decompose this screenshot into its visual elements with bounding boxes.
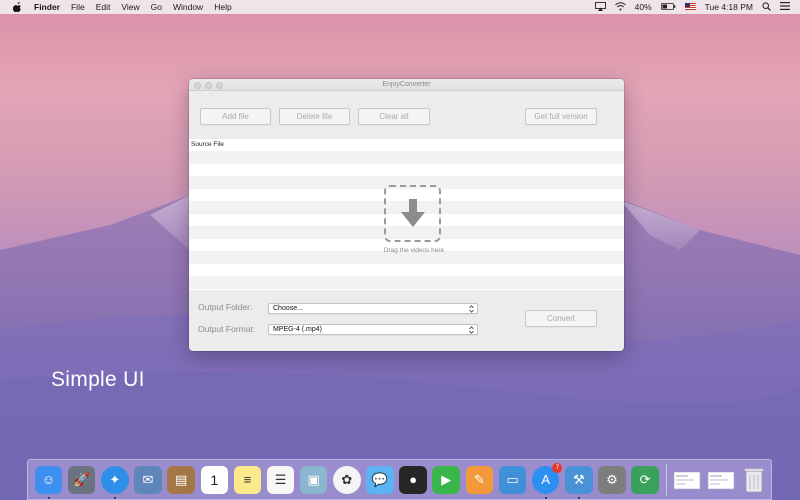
promo-slogan: Simple UI: [51, 368, 145, 391]
spotlight-icon[interactable]: [762, 1, 771, 13]
photos-icon[interactable]: ✿: [333, 465, 361, 494]
reminders-icon[interactable]: ☰: [266, 465, 295, 494]
menu-app-name[interactable]: Finder: [34, 2, 60, 12]
messages-icon[interactable]: 💬: [366, 465, 394, 494]
menu-view[interactable]: View: [121, 2, 139, 12]
toolbar: Add file Delete file Clear all Get full …: [189, 91, 624, 139]
xcode-icon[interactable]: ⚒: [565, 465, 593, 499]
calendar-day-label: 1: [210, 471, 219, 488]
safari-icon[interactable]: ✦: [101, 465, 129, 499]
menu-help[interactable]: Help: [214, 2, 231, 12]
airplay-icon[interactable]: [594, 1, 606, 13]
source-file-column-header[interactable]: Source File: [191, 141, 224, 148]
document-stack-icon[interactable]: [673, 466, 701, 494]
screenshot-stack-icon[interactable]: [707, 466, 735, 494]
wifi-icon[interactable]: [614, 1, 626, 13]
window-zoom-button[interactable]: [216, 82, 223, 89]
output-format-value: MPEG-4 (.mp4): [273, 326, 323, 333]
window-minimize-button[interactable]: [205, 82, 212, 89]
converter-icon[interactable]: ⟳: [631, 465, 659, 494]
menu-go[interactable]: Go: [151, 2, 162, 12]
converter-window: EnjoyConverter Add file Delete file Clea…: [189, 79, 624, 351]
running-indicator: [47, 496, 50, 499]
mail-icon[interactable]: ✉: [134, 465, 162, 494]
running-indicator: [114, 496, 117, 499]
output-format-label: Output Format:: [198, 324, 256, 334]
app-store-icon[interactable]: A7: [531, 462, 563, 499]
menu-bar: Finder File Edit View Go Window Help 40%…: [0, 0, 800, 14]
menu-file[interactable]: File: [71, 2, 85, 12]
window-close-button[interactable]: [194, 82, 201, 89]
us-flag-icon[interactable]: [684, 2, 696, 12]
output-format-select[interactable]: MPEG-4 (.mp4): [268, 324, 478, 335]
add-file-button[interactable]: Add file: [200, 108, 271, 125]
drop-zone-hint: Drag the videos here: [383, 247, 445, 254]
notes-icon[interactable]: ≡: [233, 465, 262, 494]
output-folder-select[interactable]: Choose...: [268, 303, 478, 314]
source-file-list[interactable]: Source File Drag the videos here: [189, 139, 624, 290]
system-preferences-icon[interactable]: ⚙: [598, 465, 626, 494]
menu-window[interactable]: Window: [173, 2, 203, 12]
running-indicator: [578, 496, 581, 499]
window-title: EnjoyConverter: [382, 81, 431, 88]
dock-separator: [665, 463, 667, 496]
contacts-icon[interactable]: ▤: [167, 465, 195, 494]
facetime-icon[interactable]: ▶: [432, 465, 461, 494]
select-arrows-icon: [469, 305, 474, 313]
output-folder-label: Output Folder:: [198, 302, 253, 312]
calendar-icon[interactable]: 1: [200, 465, 229, 494]
menu-clock[interactable]: Tue 4:18 PM: [705, 2, 753, 12]
notification-center-icon[interactable]: [780, 2, 790, 12]
clear-all-button[interactable]: Clear all: [358, 108, 430, 125]
output-folder-value: Choose...: [273, 305, 303, 312]
delete-file-button[interactable]: Delete file: [279, 108, 350, 125]
download-arrow-icon: [400, 198, 425, 227]
dock: ☺ 🚀 ✦ ✉ ▤ 1 ≡ ☰ ▣ ✿ 💬 ● ▶ ✎ ▭ A 7 ⚒ ⚙ ⟳: [27, 459, 772, 500]
get-full-version-button[interactable]: Get full version: [525, 108, 597, 125]
launchpad-icon[interactable]: 🚀: [67, 465, 96, 494]
convert-button[interactable]: Convert: [525, 310, 597, 327]
finder-icon[interactable]: ☺: [34, 465, 63, 499]
apple-menu-icon[interactable]: [12, 2, 22, 13]
running-indicator: [544, 496, 547, 499]
battery-percentage[interactable]: 40%: [635, 2, 652, 12]
keynote-icon[interactable]: ▭: [498, 465, 527, 494]
battery-icon[interactable]: [660, 2, 676, 12]
qq-icon[interactable]: ●: [399, 465, 427, 494]
trash-icon[interactable]: [741, 466, 769, 494]
menu-edit[interactable]: Edit: [96, 2, 111, 12]
window-titlebar[interactable]: EnjoyConverter: [189, 79, 624, 91]
pages-icon[interactable]: ✎: [465, 465, 494, 494]
drop-zone[interactable]: [384, 185, 441, 242]
select-arrows-icon: [469, 326, 474, 334]
preview-icon[interactable]: ▣: [299, 465, 328, 494]
notification-badge: 7: [552, 462, 563, 473]
